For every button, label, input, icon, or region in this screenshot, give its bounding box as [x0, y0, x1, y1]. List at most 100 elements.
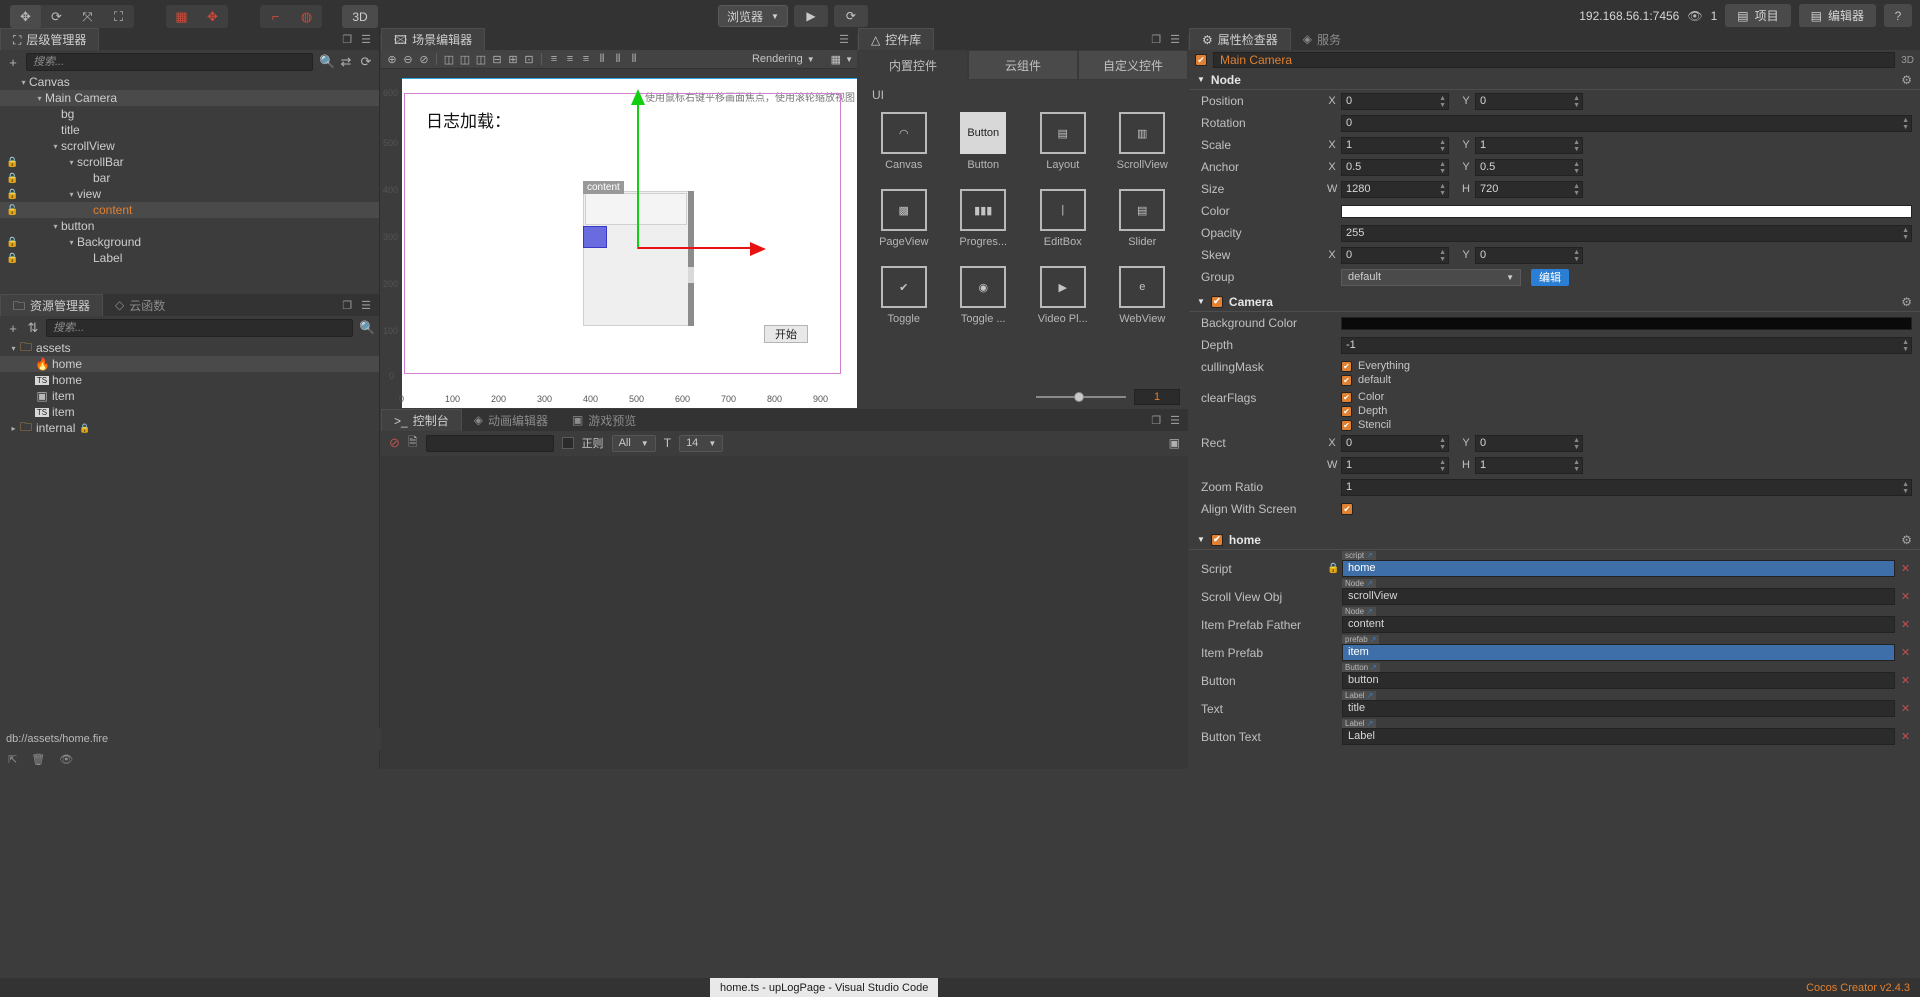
align-grid-tool-button[interactable]: ▦	[166, 5, 197, 28]
popout-icon[interactable]: ❐	[1151, 33, 1161, 46]
add-node-tool-button[interactable]: ✥	[197, 5, 228, 28]
asset-item-internal[interactable]: ▸ 🗀 internal 🔒	[0, 420, 379, 436]
camera-icon[interactable]: ▦	[831, 53, 841, 66]
help-button[interactable]: ?	[1884, 4, 1912, 27]
tab-cloud-functions[interactable]: ◇ 云函数	[103, 294, 178, 316]
open-link-icon[interactable]: ↗	[1370, 635, 1377, 644]
section-node-header[interactable]: ▼ Node ⚙	[1189, 70, 1920, 90]
rect-tool-button[interactable]: ⛶	[103, 5, 134, 28]
clear-reference-button[interactable]: ✕	[1899, 730, 1912, 743]
expand-arrow-icon[interactable]: ▾	[66, 238, 77, 247]
widget-item-editbox[interactable]: | EditBox	[1023, 183, 1103, 254]
play-button[interactable]: ▶	[793, 5, 828, 27]
hierarchy-node-main-camera[interactable]: ▾ Main Camera	[0, 90, 379, 106]
node-color-swatch[interactable]	[1341, 204, 1912, 218]
expand-arrow-icon[interactable]: ▾	[50, 222, 61, 231]
checkbox-icon[interactable]: ✔	[1341, 419, 1352, 431]
reference-value-field[interactable]: item	[1342, 644, 1895, 661]
console-filter-input[interactable]	[425, 434, 554, 452]
lock-icon[interactable]: 🔒	[6, 189, 18, 200]
widget-item-videopl[interactable]: ▶ Video Pl...	[1023, 260, 1103, 331]
expand-arrow-icon[interactable]: ▾	[18, 78, 29, 87]
gear-icon[interactable]: ⚙	[1901, 533, 1912, 547]
menu-icon[interactable]: ☰	[839, 33, 849, 46]
expand-arrow-icon[interactable]: ▾	[50, 142, 61, 151]
group-edit-button[interactable]: 编辑	[1531, 268, 1569, 286]
add-node-button[interactable]: +	[6, 55, 20, 70]
open-link-icon[interactable]: ↗	[1370, 663, 1377, 672]
clear-flags-option[interactable]: ✔ Stencil	[1341, 419, 1391, 431]
rotation-field[interactable]: 0 ▲ ▼	[1341, 114, 1912, 132]
tab-inspector[interactable]: ⚙ 属性检查器	[1189, 28, 1291, 50]
hierarchy-node-scrollbar[interactable]: 🔒 ▾ scrollBar	[0, 154, 379, 170]
widget-item-scrollview[interactable]: ▥ ScrollView	[1103, 106, 1183, 177]
checkbox-icon[interactable]: ✔	[1341, 405, 1352, 417]
sync-icon[interactable]: ⇄	[339, 54, 353, 70]
hierarchy-node-content[interactable]: 🔓 content	[0, 202, 379, 218]
align-center-h-icon[interactable]: ◫	[457, 51, 473, 68]
tab-game-preview[interactable]: ▣ 游戏预览	[559, 409, 649, 431]
rect-y-field[interactable]: 0 ▲ ▼	[1475, 434, 1583, 452]
hierarchy-node-label[interactable]: 🔒 Label	[0, 250, 379, 266]
section-home-header[interactable]: ▼ ✔ home ⚙	[1189, 530, 1920, 550]
size-w-field[interactable]: 1280 ▲ ▼	[1341, 180, 1449, 198]
rect-x-field[interactable]: 0 ▲ ▼	[1341, 434, 1449, 452]
clear-reference-button[interactable]: ✕	[1899, 674, 1912, 687]
rect-h-field[interactable]: 1 ▲ ▼	[1475, 456, 1583, 474]
rendering-select[interactable]: Rendering ▼ ▦ ▼	[752, 53, 857, 66]
regex-checkbox[interactable]	[561, 437, 574, 449]
gizmo-y-axis[interactable]	[637, 101, 639, 249]
asset-item-item[interactable]: ▣ item	[0, 388, 379, 404]
reference-value-field[interactable]: scrollView	[1342, 588, 1895, 605]
open-link-icon[interactable]: ↗	[1366, 579, 1373, 588]
scene-scrollbar-track[interactable]	[688, 191, 694, 326]
gear-icon[interactable]: ⚙	[1901, 73, 1912, 87]
dist-h-left-icon[interactable]: ⦀	[594, 51, 610, 68]
search-icon[interactable]: 🔍	[319, 54, 335, 70]
zoom-out-icon[interactable]: ⊖	[400, 51, 416, 68]
slider-knob[interactable]	[1074, 392, 1084, 402]
clear-reference-button[interactable]: ✕	[1899, 646, 1912, 659]
widget-item-button[interactable]: Button Button	[944, 106, 1024, 177]
culling-mask-option[interactable]: ✔ default	[1341, 374, 1410, 386]
pivot-tool-button[interactable]: ⌐	[260, 5, 291, 28]
position-x-field[interactable]: 0 ▲ ▼	[1341, 92, 1449, 110]
hierarchy-node-title[interactable]: title	[0, 122, 379, 138]
log-level-select[interactable]: All ▼	[611, 434, 656, 452]
opacity-field[interactable]: 255 ▲ ▼	[1341, 224, 1912, 242]
tab-assets[interactable]: 🗀 资源管理器	[0, 294, 104, 316]
hierarchy-node-view[interactable]: 🔒 ▾ view	[0, 186, 379, 202]
tab-console[interactable]: >_ 控制台	[381, 409, 462, 431]
popout-icon[interactable]: ❐	[342, 299, 352, 312]
tab-hierarchy[interactable]: ⛶ 层级管理器	[0, 28, 100, 50]
group-select[interactable]: default ▼	[1341, 268, 1521, 286]
align-middle-icon[interactable]: ⊞	[505, 51, 521, 68]
widget-item-canvas[interactable]: ◠ Canvas	[864, 106, 944, 177]
widget-item-toggle[interactable]: ✔ Toggle	[864, 260, 944, 331]
hierarchy-node-scrollview[interactable]: ▾ scrollView	[0, 138, 379, 154]
lock-icon[interactable]: 🔒	[6, 157, 18, 168]
node-name-field[interactable]: Main Camera	[1213, 52, 1896, 68]
gear-icon[interactable]: ⚙	[1901, 295, 1912, 309]
camera-enabled-checkbox[interactable]: ✔	[1210, 295, 1223, 308]
checkbox-icon[interactable]: ✔	[1341, 374, 1352, 386]
dist-v-top-icon[interactable]: ≡	[546, 51, 562, 68]
skew-y-field[interactable]: 0 ▲ ▼	[1475, 246, 1583, 264]
widget-zoom-value[interactable]: 1	[1134, 389, 1180, 405]
asset-item-home[interactable]: TS home	[0, 372, 379, 388]
popout-icon[interactable]: ❐	[1151, 414, 1161, 427]
reference-value-field[interactable]: content	[1342, 616, 1895, 633]
popout-icon[interactable]: ❐	[342, 33, 352, 46]
clear-reference-button[interactable]: ✕	[1899, 590, 1912, 603]
asset-item-item[interactable]: TS item	[0, 404, 379, 420]
reference-value-field[interactable]: title	[1342, 700, 1895, 717]
skew-x-field[interactable]: 0 ▲ ▼	[1341, 246, 1449, 264]
reference-value-field[interactable]: button	[1342, 672, 1895, 689]
scene-viewport[interactable]: 600 500 400 300 200 100 0 使用鼠标右键平移画面焦点，使…	[381, 70, 857, 408]
hierarchy-node-canvas[interactable]: ▾ Canvas	[0, 74, 379, 90]
editor-menu-button[interactable]: ▤ 编辑器	[1798, 4, 1876, 27]
open-link-icon[interactable]: ↗	[1367, 719, 1374, 728]
position-y-field[interactable]: 0 ▲ ▼	[1475, 92, 1583, 110]
sort-icon[interactable]: ⇅	[26, 320, 40, 336]
unlock-icon[interactable]: 🔓	[6, 205, 18, 216]
